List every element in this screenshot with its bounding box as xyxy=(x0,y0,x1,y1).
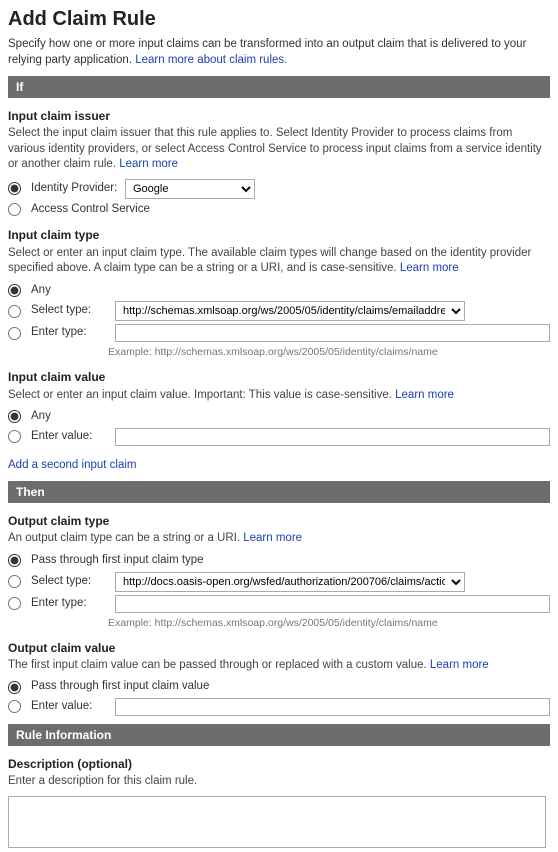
radio-input-type-enter[interactable] xyxy=(8,327,21,340)
label-output-type-enter: Enter type: xyxy=(31,596,109,612)
label-input-value-any: Any xyxy=(31,409,51,425)
radio-input-value-any[interactable] xyxy=(8,410,21,423)
output-type-heading: Output claim type xyxy=(8,513,550,529)
input-value-heading: Input claim value xyxy=(8,369,550,385)
radio-output-value-pass[interactable] xyxy=(8,681,21,694)
select-output-type[interactable]: http://docs.oasis-open.org/wsfed/authori… xyxy=(115,572,465,592)
section-rule-information: Rule Information xyxy=(8,724,550,746)
output-value-learn-more[interactable]: Learn more xyxy=(430,659,489,671)
output-value-desc-text: The first input claim value can be passe… xyxy=(8,659,430,671)
output-type-learn-more[interactable]: Learn more xyxy=(243,532,302,544)
input-value-learn-more[interactable]: Learn more xyxy=(395,389,454,401)
input-output-value-enter[interactable] xyxy=(115,698,550,716)
output-type-example: Example: http://schemas.xmlsoap.org/ws/2… xyxy=(108,616,550,630)
radio-output-type-enter[interactable] xyxy=(8,597,21,610)
output-type-desc-text: An output claim type can be a string or … xyxy=(8,532,243,544)
output-value-heading: Output claim value xyxy=(8,640,550,656)
input-issuer-desc-text: Select the input claim issuer that this … xyxy=(8,127,542,170)
input-issuer-heading: Input claim issuer xyxy=(8,108,550,124)
select-input-type[interactable]: http://schemas.xmlsoap.org/ws/2005/05/id… xyxy=(115,301,465,321)
label-output-type-pass: Pass through first input claim type xyxy=(31,553,204,569)
select-identity-provider[interactable]: Google xyxy=(125,179,255,199)
input-value-desc-text: Select or enter an input claim value. Im… xyxy=(8,389,395,401)
input-output-type-enter[interactable] xyxy=(115,595,550,613)
radio-identity-provider[interactable] xyxy=(8,182,21,195)
radio-input-value-enter[interactable] xyxy=(8,430,21,443)
input-issuer-learn-more[interactable]: Learn more xyxy=(119,158,178,170)
label-access-control-service: Access Control Service xyxy=(31,202,150,218)
label-identity-provider: Identity Provider: xyxy=(31,181,119,197)
output-type-desc: An output claim type can be a string or … xyxy=(8,531,550,547)
label-output-value-enter: Enter value: xyxy=(31,699,109,715)
output-value-desc: The first input claim value can be passe… xyxy=(8,658,550,674)
input-type-desc: Select or enter an input claim type. The… xyxy=(8,246,550,277)
section-if: If xyxy=(8,76,550,98)
input-input-type-enter[interactable] xyxy=(115,324,550,342)
radio-output-type-pass[interactable] xyxy=(8,554,21,567)
input-issuer-desc: Select the input claim issuer that this … xyxy=(8,126,550,173)
rule-description-input[interactable] xyxy=(8,796,546,848)
radio-input-type-any[interactable] xyxy=(8,284,21,297)
input-type-example: Example: http://schemas.xmlsoap.org/ws/2… xyxy=(108,345,550,359)
label-input-type-select: Select type: xyxy=(31,303,109,319)
intro-text: Specify how one or more input claims can… xyxy=(8,37,550,68)
add-second-input-claim-link[interactable]: Add a second input claim xyxy=(8,459,137,471)
label-input-type-any: Any xyxy=(31,283,51,299)
input-type-learn-more[interactable]: Learn more xyxy=(400,262,459,274)
radio-input-type-select[interactable] xyxy=(8,305,21,318)
section-then: Then xyxy=(8,481,550,503)
label-output-type-select: Select type: xyxy=(31,574,109,590)
rule-desc-text: Enter a description for this claim rule. xyxy=(8,774,550,790)
label-input-value-enter: Enter value: xyxy=(31,429,109,445)
input-input-value-enter[interactable] xyxy=(115,428,550,446)
rule-desc-heading: Description (optional) xyxy=(8,756,550,772)
input-value-desc: Select or enter an input claim value. Im… xyxy=(8,388,550,404)
intro-link[interactable]: Learn more about claim rules. xyxy=(135,54,287,66)
label-output-value-pass: Pass through first input claim value xyxy=(31,679,209,695)
input-type-heading: Input claim type xyxy=(8,227,550,243)
radio-access-control-service[interactable] xyxy=(8,203,21,216)
label-input-type-enter: Enter type: xyxy=(31,325,109,341)
radio-output-type-select[interactable] xyxy=(8,575,21,588)
page-title: Add Claim Rule xyxy=(8,6,550,33)
radio-output-value-enter[interactable] xyxy=(8,700,21,713)
